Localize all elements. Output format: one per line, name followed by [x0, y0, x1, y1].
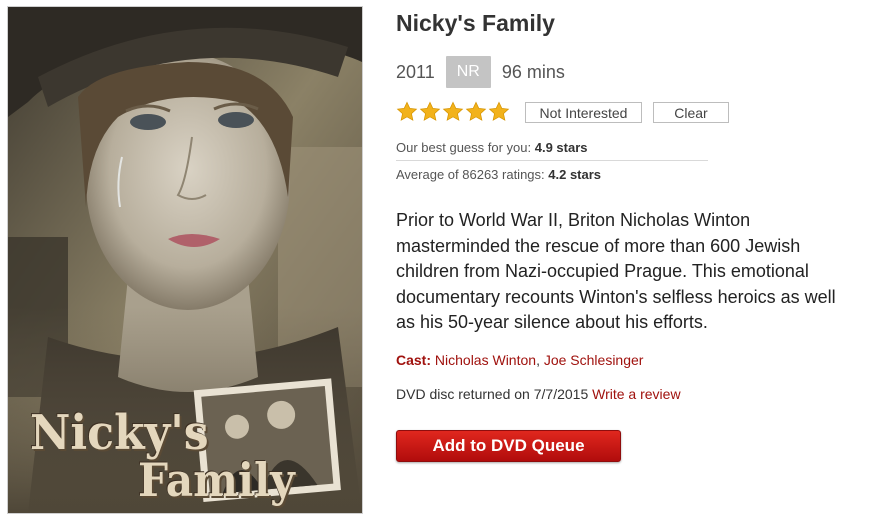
maturity-rating-badge: NR: [445, 56, 491, 88]
average-rating: Average of 86263 ratings: 4.2 stars: [396, 167, 601, 182]
not-interested-button[interactable]: Not Interested: [525, 101, 642, 123]
best-guess: Our best guess for you: 4.9 stars: [396, 140, 708, 161]
star-icon[interactable]: [396, 101, 418, 123]
synopsis: Prior to World War II, Briton Nicholas W…: [396, 210, 836, 332]
star-icon[interactable]: [465, 101, 487, 123]
cast-member-link[interactable]: Nicholas Winton: [435, 352, 536, 368]
average-rating-label: Average of 86263 ratings:: [396, 167, 549, 182]
movie-meta: 2011 NR 96 mins: [396, 56, 565, 88]
clear-rating-button[interactable]: Clear: [653, 101, 729, 123]
add-to-queue-button[interactable]: Add to DVD Queue: [396, 430, 621, 462]
poster-title-line2: Family: [138, 453, 295, 507]
movie-title: Nicky's Family: [396, 10, 555, 36]
cast-list: Cast: Nicholas Winton, Joe Schlesinger: [396, 352, 643, 368]
average-rating-value: 4.2 stars: [548, 167, 602, 182]
release-year: 2011: [396, 61, 435, 82]
cast-separator: ,: [536, 352, 544, 368]
best-guess-label: Our best guess for you:: [396, 140, 535, 155]
cast-member-link[interactable]: Joe Schlesinger: [544, 352, 644, 368]
rental-history: DVD disc returned on 7/7/2015 Write a re…: [396, 386, 681, 402]
star-icon[interactable]: [419, 101, 441, 123]
star-icon[interactable]: [442, 101, 464, 123]
write-review-link[interactable]: Write a review: [592, 386, 680, 402]
rating-row: Not Interested Clear: [396, 99, 729, 125]
star-rating[interactable]: [396, 101, 511, 123]
movie-poster[interactable]: Nicky's Family: [7, 6, 363, 514]
cast-label: Cast:: [396, 352, 432, 368]
best-guess-value: 4.9 stars: [534, 140, 588, 155]
runtime: 96 mins: [501, 61, 565, 82]
returned-text: DVD disc returned on 7/7/2015: [396, 386, 593, 402]
star-icon[interactable]: [488, 101, 510, 123]
